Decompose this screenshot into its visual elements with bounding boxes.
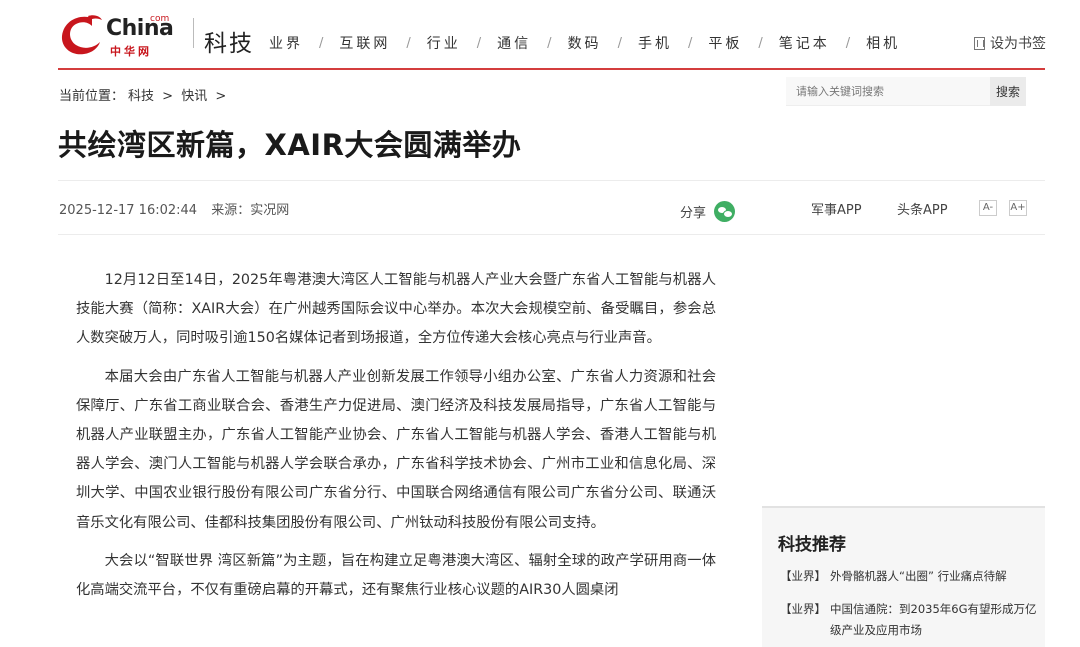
military-app-link[interactable]: 军事APP [811, 199, 862, 218]
recommend-link[interactable]: 中国信通院：到2035年6G有望形成万亿级产业及应用市场 [830, 599, 1042, 641]
nav-separator: / [319, 35, 324, 51]
wechat-icon[interactable] [714, 201, 736, 222]
recommend-tag: 【业界】 [780, 602, 826, 616]
header-red-line [58, 68, 1045, 70]
header-divider [193, 18, 194, 48]
search-input[interactable] [786, 77, 986, 106]
nav-separator: / [476, 35, 482, 51]
nav-item-laptop[interactable]: 笔记本 [779, 33, 830, 53]
logo-chinese: 中华网 [110, 45, 152, 58]
bookmark-link[interactable]: 设为书签 [974, 33, 1046, 53]
nav-item-telecom[interactable]: 通信 [497, 33, 531, 53]
publish-date: 2025-12-17 16:02:44 [59, 203, 198, 218]
nav-separator: / [617, 35, 622, 51]
nav-item-industry[interactable]: 业界 [269, 33, 303, 53]
search-button[interactable]: 搜索 [990, 77, 1026, 106]
site-header: China com 中华网 科技 业界 / 互联网 / 行业 / 通信 / 数码… [0, 0, 1080, 72]
article-title: 共绘湾区新篇，XAIR大会圆满举办 [58, 128, 522, 162]
share-control[interactable]: 分享 [680, 201, 736, 222]
breadcrumb-item-news[interactable]: 快讯 [181, 89, 207, 104]
logo-swoosh-icon [61, 15, 102, 55]
breadcrumb: 当前位置： 科技 > 快讯 > [59, 85, 230, 104]
article-source: 来源：实况网 [211, 203, 290, 218]
share-label: 分享 [680, 206, 707, 221]
recommend-item[interactable]: 【业界】 中国信通院：到2035年6G有望形成万亿级产业及应用市场 [780, 599, 1042, 641]
recommend-tag: 【业界】 [780, 569, 826, 583]
nav-item-sector[interactable]: 行业 [427, 33, 461, 53]
china-com-logo[interactable]: China com 中华网 [58, 12, 174, 58]
nav-item-tablet[interactable]: 平板 [708, 33, 742, 53]
breadcrumb-prefix: 当前位置： [59, 89, 125, 104]
nav-item-digital[interactable]: 数码 [568, 33, 602, 53]
bookmark-icon [974, 36, 985, 50]
nav-item-camera[interactable]: 相机 [866, 33, 900, 53]
breadcrumb-item-tech[interactable]: 科技 [128, 89, 154, 104]
recommend-item[interactable]: 【业界】 外骨骼机器人“出圈” 行业痛点待解 [780, 566, 1042, 587]
nav-separator: / [687, 35, 693, 51]
nav-separator: / [758, 35, 763, 51]
nav-item-phone[interactable]: 手机 [638, 33, 672, 53]
logo-com: com [150, 14, 170, 24]
channel-nav: 业界 / 互联网 / 行业 / 通信 / 数码 / 手机 / 平板 / 笔记本 … [269, 33, 900, 53]
article-paragraph: 大会以“智联世界 湾区新篇”为主题，旨在构建立足粤港澳大湾区、辐射全球的政产学研… [76, 552, 716, 599]
font-decrease-button[interactable]: A- [979, 200, 997, 216]
tech-recommend-panel: 科技推荐 【业界】 外骨骼机器人“出圈” 行业痛点待解 【业界】 中国信通院：到… [762, 506, 1045, 647]
font-increase-button[interactable]: A+ [1009, 200, 1027, 216]
divider [58, 234, 1045, 235]
article-meta: 2025-12-17 16:02:44 来源：实况网 [59, 199, 299, 218]
breadcrumb-separator: > [215, 89, 227, 104]
divider [58, 180, 1045, 181]
article-paragraph: 12月12日至14日，2025年粤港澳大湾区人工智能与机器人产业大会暨广东省人工… [76, 272, 716, 347]
nav-separator: / [547, 35, 552, 51]
article-paragraph: 本届大会由广东省人工智能与机器人产业创新发展工作领导小组办公室、广东省人力资源和… [76, 368, 716, 531]
search-box [786, 77, 990, 106]
bookmark-label: 设为书签 [990, 36, 1046, 52]
recommend-title: 科技推荐 [778, 535, 846, 555]
article-body: 12月12日至14日，2025年粤港澳大湾区人工智能与机器人产业大会暨广东省人工… [76, 266, 716, 614]
nav-separator: / [406, 35, 411, 51]
headline-app-link[interactable]: 头条APP [897, 199, 948, 218]
channel-title[interactable]: 科技 [204, 24, 254, 58]
search-bar: 搜索 [786, 77, 1040, 106]
nav-item-internet[interactable]: 互联网 [339, 33, 390, 53]
nav-separator: / [845, 35, 851, 51]
breadcrumb-separator: > [162, 89, 174, 104]
recommend-link[interactable]: 外骨骼机器人“出圈” 行业痛点待解 [830, 566, 1042, 587]
recommend-list: 【业界】 外骨骼机器人“出圈” 行业痛点待解 【业界】 中国信通院：到2035年… [780, 566, 1042, 647]
